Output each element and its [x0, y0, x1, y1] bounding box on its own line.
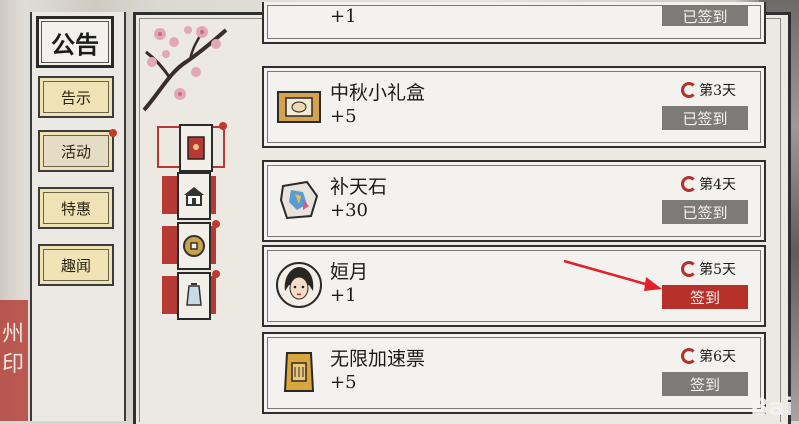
- menu-item-label: 活动: [60, 142, 91, 161]
- menu-item-anecdotes[interactable]: 趣闻: [38, 244, 114, 286]
- day-label: 第3天: [681, 80, 736, 100]
- house-icon: [177, 172, 211, 220]
- reward-quantity: +1: [330, 285, 357, 306]
- reward-row: +1 已签到: [262, 2, 766, 44]
- reward-name: 补天石: [330, 176, 388, 198]
- swirl-icon: [681, 176, 698, 192]
- day-label: 第6天: [681, 346, 736, 366]
- reward-row: 补天石 +30 第4天 已签到: [262, 160, 766, 242]
- coin-icon: [177, 222, 211, 270]
- reward-row: 中秋小礼盒 +5 第3天 已签到: [262, 66, 766, 148]
- checked-in-button[interactable]: 已签到: [662, 6, 748, 26]
- reward-row: 无限加速票 +5 第6天 签到: [262, 332, 766, 414]
- notification-dot: [109, 129, 117, 137]
- reward-name: 姮月: [330, 261, 369, 283]
- menu-item-events[interactable]: 活动: [38, 129, 117, 172]
- category-tab-red-envelope[interactable]: [157, 122, 227, 172]
- speed-ticket-icon: [274, 347, 324, 397]
- reward-quantity: +5: [330, 106, 357, 127]
- reward-row: 姮月 +1 第5天 签到: [262, 245, 766, 327]
- notification-dot: [219, 122, 227, 130]
- checked-in-button[interactable]: 已签到: [662, 106, 748, 130]
- category-tab-coin[interactable]: [162, 220, 220, 270]
- gourd-icon: [177, 272, 211, 320]
- reward-quantity: +1: [330, 6, 357, 27]
- menu-item-label: 告示: [60, 88, 91, 107]
- category-tab-gourd[interactable]: [162, 270, 220, 320]
- reward-name: 无限加速票: [330, 348, 426, 370]
- checked-in-button[interactable]: 已签到: [662, 200, 748, 224]
- category-tab-house[interactable]: [162, 172, 216, 220]
- swirl-icon: [681, 348, 698, 364]
- menu-item-specials[interactable]: 特惠: [38, 187, 114, 229]
- reward-name: 中秋小礼盒: [330, 82, 426, 104]
- reward-quantity: +5: [330, 372, 357, 393]
- mending-stone-icon: [274, 175, 324, 225]
- check-in-button[interactable]: 签到: [662, 285, 748, 309]
- menu-item-notice[interactable]: 告示: [38, 76, 114, 118]
- menu-item-label: 趣闻: [60, 256, 91, 275]
- character-portrait-icon: [274, 260, 324, 310]
- reward-quantity: +30: [330, 200, 368, 221]
- gift-box-icon: [274, 81, 324, 131]
- announcement-title: 公告: [36, 16, 114, 68]
- red-envelope-icon: [179, 124, 213, 172]
- notification-dot: [212, 270, 220, 278]
- background-banner-text: 州印: [2, 322, 25, 377]
- day-label: 第4天: [681, 174, 736, 194]
- swirl-icon: [681, 261, 698, 277]
- plum-blossom-icon: [142, 26, 228, 112]
- watermark: Bai: [750, 393, 793, 421]
- check-in-button[interactable]: 签到: [662, 372, 748, 396]
- menu-item-label: 特惠: [60, 199, 91, 218]
- notification-dot: [212, 220, 220, 228]
- day-label: 第5天: [681, 259, 736, 279]
- swirl-icon: [681, 82, 698, 98]
